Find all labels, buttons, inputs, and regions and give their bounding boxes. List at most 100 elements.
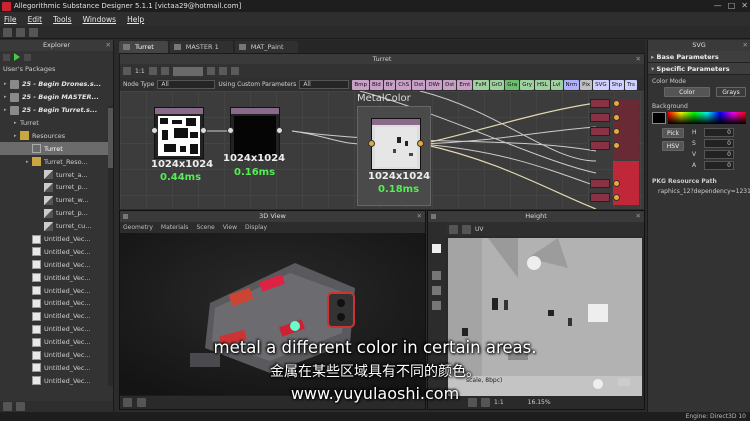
menu-file[interactable]: File	[4, 15, 17, 24]
node-output-port[interactable]	[613, 194, 620, 201]
base-parameters-section[interactable]: Base Parameters	[648, 51, 750, 63]
node-output-port[interactable]	[613, 128, 620, 135]
filter-chip[interactable]: Lvl	[550, 79, 563, 90]
filter-chip[interactable]: Bmp	[352, 79, 369, 90]
filter-chip[interactable]: HSL	[534, 79, 550, 90]
filter-chip[interactable]: Pix	[580, 79, 593, 90]
menu-view[interactable]: View	[223, 222, 237, 233]
color-picker[interactable]	[668, 112, 746, 124]
pin-icon[interactable]	[123, 214, 128, 219]
node-output-port[interactable]	[613, 142, 620, 149]
node-output-port[interactable]	[417, 140, 424, 147]
menu-edit[interactable]: Edit	[28, 15, 43, 24]
menu-windows[interactable]: Windows	[83, 15, 116, 24]
channel-value-field[interactable]: 0	[704, 150, 734, 159]
uv-dropdown[interactable]: UV	[475, 226, 484, 233]
tree-item[interactable]: Untitled_Vec...	[0, 310, 113, 323]
menu-help[interactable]: Help	[127, 15, 144, 24]
tree-item[interactable]: turret_a...	[0, 168, 113, 181]
channel-value-field[interactable]: 0	[704, 161, 734, 170]
filter-chip[interactable]: Dst	[443, 79, 457, 90]
node-output-port[interactable]	[613, 114, 620, 121]
node-output-port[interactable]	[276, 127, 283, 134]
tree-item[interactable]: Untitled_Vec...	[0, 323, 113, 336]
filter-chip[interactable]: Bld	[369, 79, 383, 90]
node-input-port[interactable]	[151, 127, 158, 134]
graph-canvas[interactable]: MetalColor 1024x1024 0.44ms 1024x1024 0.…	[120, 91, 644, 209]
tree-item[interactable]: ▸ 25 - Begin MASTER...	[0, 91, 113, 104]
menu-scene[interactable]: Scene	[196, 222, 214, 233]
pkg-path-value[interactable]: raphics_12?dependency=1231	[648, 185, 750, 195]
filter-chip[interactable]: SVG	[593, 79, 609, 90]
pointer-icon[interactable]	[432, 271, 441, 280]
filter-chip[interactable]: Blr	[383, 79, 396, 90]
filter-chip[interactable]: DWr	[426, 79, 443, 90]
tree-item[interactable]: ▸ Turret_Reso...	[0, 155, 113, 168]
filter-chip[interactable]: Gra	[505, 79, 520, 90]
tree-item[interactable]: ▸ Turret	[0, 93, 128, 130]
minimize-button[interactable]: —	[714, 1, 722, 10]
output-node[interactable]	[590, 127, 610, 136]
node-output-port[interactable]	[613, 100, 620, 107]
node-output-port[interactable]	[613, 180, 620, 187]
pick-button[interactable]: Pick	[662, 128, 684, 138]
align-icon[interactable]	[206, 67, 215, 75]
tree-item[interactable]: turret_cu...	[0, 220, 113, 233]
menu-tools[interactable]: Tools	[53, 15, 71, 24]
open-file-icon[interactable]	[16, 27, 25, 37]
tree-item[interactable]: Untitled_Vec...	[0, 297, 113, 310]
node-input-port[interactable]	[368, 140, 375, 147]
output-node[interactable]	[590, 179, 610, 188]
custom-params-select[interactable]: All	[299, 80, 350, 89]
color-swatch[interactable]	[652, 112, 666, 124]
tree-item[interactable]: Untitled_Vec...	[0, 233, 113, 246]
tab-mat-paint[interactable]: MAT_Paint	[234, 41, 298, 53]
filter-chip[interactable]: Nrm	[563, 79, 580, 90]
close-icon[interactable]: ✕	[636, 211, 641, 222]
tiling-icon[interactable]	[462, 224, 471, 234]
graph-node-blend[interactable]	[230, 107, 280, 159]
tree-item[interactable]: ▸ 25 - Begin Turret.s...	[0, 104, 113, 117]
filter-chip[interactable]: Gry	[520, 79, 534, 90]
output-node[interactable]	[590, 141, 610, 150]
menu-geometry[interactable]: Geometry	[123, 222, 153, 233]
filter-chip[interactable]: Dst	[412, 79, 426, 90]
link-icon[interactable]	[3, 402, 12, 411]
tree-item[interactable]: turret_p...	[0, 207, 113, 220]
filter-chip[interactable]: FxM	[473, 79, 489, 90]
color-mode-grays-button[interactable]: Grays	[716, 87, 746, 97]
eyedropper-icon[interactable]	[432, 301, 441, 310]
close-icon[interactable]: ✕	[106, 40, 111, 51]
pin-icon[interactable]	[431, 214, 436, 219]
channel-value-field[interactable]: 0	[704, 139, 734, 148]
refresh-icon[interactable]	[16, 402, 25, 411]
channel-icon[interactable]	[449, 224, 458, 234]
close-button[interactable]: ✕	[741, 1, 748, 10]
connection-style-icon[interactable]	[172, 66, 203, 76]
menu-materials[interactable]: Materials	[161, 222, 189, 233]
tree-item[interactable]: turret_w...	[0, 194, 113, 207]
tree-item[interactable]: ▸ 25 - Begin Drones.s...	[0, 78, 113, 91]
specific-parameters-section[interactable]: Specific Parameters	[648, 63, 750, 75]
tree-item[interactable]: Untitled_Vec...	[0, 284, 113, 297]
tree-item[interactable]: ▸ Resources	[0, 129, 113, 142]
save-file-icon[interactable]	[29, 27, 38, 37]
close-icon[interactable]: ✕	[636, 54, 641, 64]
node-input-port[interactable]	[227, 127, 234, 134]
node-output-port[interactable]	[200, 127, 207, 134]
node-type-select[interactable]: All	[157, 80, 216, 89]
filter-chip[interactable]: ChS	[396, 79, 412, 90]
tree-item[interactable]: Untitled_Vec...	[0, 258, 113, 271]
layout-icon[interactable]	[218, 67, 227, 75]
link-icon[interactable]	[160, 67, 169, 75]
select-icon[interactable]	[432, 286, 441, 295]
graph-node-color[interactable]	[371, 118, 421, 170]
output-node[interactable]	[590, 193, 610, 202]
close-icon[interactable]: ✕	[417, 211, 422, 222]
tree-item[interactable]: Untitled_Vec...	[0, 271, 113, 284]
color-swatch[interactable]	[432, 244, 441, 253]
maximize-button[interactable]: □	[728, 1, 736, 10]
new-package-icon[interactable]	[3, 53, 10, 61]
info-icon[interactable]	[148, 67, 157, 75]
filter-chip[interactable]: GrD	[489, 79, 505, 90]
